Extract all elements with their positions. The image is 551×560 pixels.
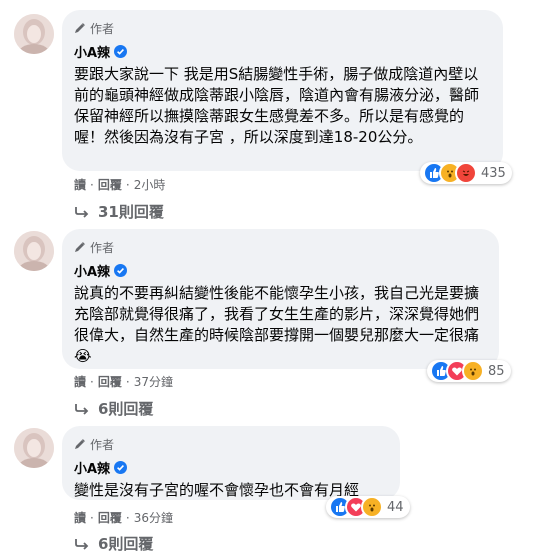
author-badge-label: 作者 xyxy=(90,21,115,36)
avatar[interactable] xyxy=(14,14,54,54)
comment-bubble: 作者 小A辣 要跟大家說一下 我是用S結腸變性手術，腸子做成陰道內壁以前的龜頭神… xyxy=(62,10,503,171)
avatar-photo-icon xyxy=(14,428,54,468)
read-button[interactable]: 讀 xyxy=(74,373,86,390)
comment-author[interactable]: 小A辣 xyxy=(74,458,388,477)
verified-badge-icon xyxy=(114,263,128,277)
verified-badge-icon xyxy=(114,44,128,58)
author-badge: 作者 xyxy=(74,20,491,36)
avatar-photo-icon xyxy=(14,231,54,271)
comment-timestamp[interactable]: 36分鐘 xyxy=(134,509,173,526)
view-replies-label[interactable]: 6則回覆 xyxy=(98,533,153,554)
wow-reaction-icon xyxy=(462,360,484,382)
separator: · xyxy=(125,374,130,389)
author-badge: 作者 xyxy=(74,436,388,452)
author-badge-label: 作者 xyxy=(90,240,115,255)
comment-actions: 讀 · 回覆 · 37分鐘 xyxy=(74,373,173,390)
reaction-count: 435 xyxy=(481,165,506,181)
view-replies-label[interactable]: 6則回覆 xyxy=(98,398,153,419)
separator: · xyxy=(90,374,94,389)
reply-arrow-icon xyxy=(74,538,90,550)
separator: · xyxy=(90,510,94,525)
wow-reaction-icon xyxy=(361,496,383,518)
comment-author-name[interactable]: 小A辣 xyxy=(74,261,110,280)
view-replies-button[interactable]: 6則回覆 xyxy=(74,398,153,419)
reaction-summary[interactable]: 435 xyxy=(420,162,512,184)
comment-bubble: 作者 小A辣 變性是沒有子宮的喔不會懷孕也不會有月經 xyxy=(62,426,400,500)
comment-actions: 讀 · 回覆 · 2小時 xyxy=(74,176,165,193)
view-replies-label[interactable]: 31則回覆 xyxy=(98,201,164,222)
comment-text: 說真的不要再糾結變性後能不能懷孕生小孩，我自己光是要擴充陰部就覺得很痛了，我看了… xyxy=(74,284,480,365)
read-button[interactable]: 讀 xyxy=(74,509,86,526)
avatar[interactable] xyxy=(14,231,54,271)
comment-author-name[interactable]: 小A辣 xyxy=(74,42,110,61)
reply-arrow-icon xyxy=(74,206,90,218)
reply-button[interactable]: 回覆 xyxy=(98,509,122,526)
comment-bubble: 作者 小A辣 說真的不要再糾結變性後能不能懷孕生小孩，我自己光是要擴充陰部就覺得… xyxy=(62,229,499,369)
avatar[interactable] xyxy=(14,428,54,468)
reply-button[interactable]: 回覆 xyxy=(98,373,122,390)
separator: · xyxy=(125,510,130,525)
reaction-summary[interactable]: 85 xyxy=(427,360,511,382)
avatar-photo-icon xyxy=(14,14,54,54)
reply-button[interactable]: 回覆 xyxy=(98,176,122,193)
comment-text: 要跟大家說一下 我是用S結腸變性手術，腸子做成陰道內壁以前的龜頭神經做成陰蒂跟小… xyxy=(74,65,480,146)
pencil-icon xyxy=(74,241,86,253)
haha-reaction-icon xyxy=(455,162,477,184)
comment-timestamp[interactable]: 37分鐘 xyxy=(134,373,173,390)
comment-author-name[interactable]: 小A辣 xyxy=(74,458,110,477)
reaction-summary[interactable]: 44 xyxy=(326,496,410,518)
separator: · xyxy=(125,177,130,192)
author-badge: 作者 xyxy=(74,239,487,255)
verified-badge-icon xyxy=(114,460,128,474)
pencil-icon xyxy=(74,22,86,34)
author-badge-label: 作者 xyxy=(90,437,115,452)
pencil-icon xyxy=(74,438,86,450)
view-replies-button[interactable]: 6則回覆 xyxy=(74,533,153,554)
comment-author[interactable]: 小A辣 xyxy=(74,261,487,280)
comment-actions: 讀 · 回覆 · 36分鐘 xyxy=(74,509,173,526)
comment-timestamp[interactable]: 2小時 xyxy=(134,176,166,193)
view-replies-button[interactable]: 31則回覆 xyxy=(74,201,164,222)
reaction-count: 44 xyxy=(387,499,404,515)
reaction-count: 85 xyxy=(488,363,505,379)
reply-arrow-icon xyxy=(74,403,90,415)
comment-author[interactable]: 小A辣 xyxy=(74,42,491,61)
separator: · xyxy=(90,177,94,192)
read-button[interactable]: 讀 xyxy=(74,176,86,193)
